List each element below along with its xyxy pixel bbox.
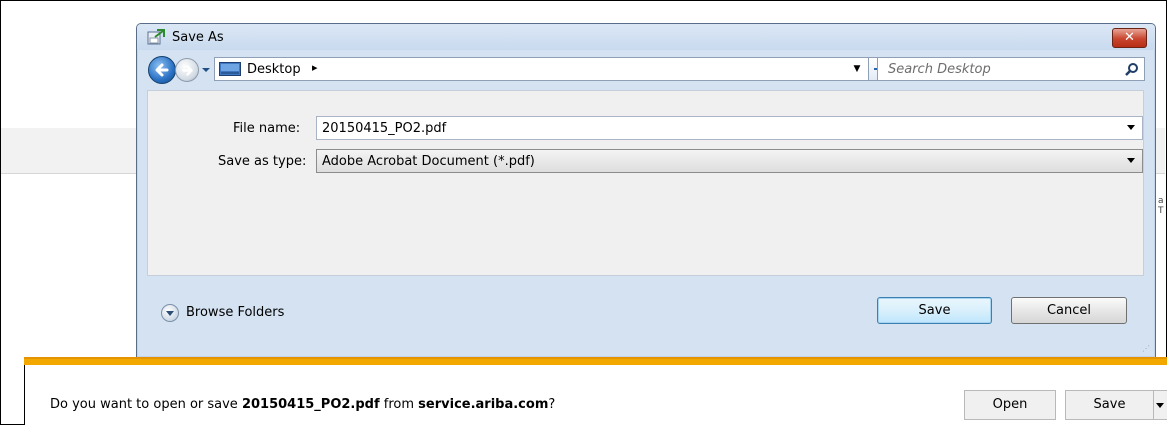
save-as-icon [147,29,165,45]
notification-save-button[interactable]: Save [1065,390,1154,420]
prompt-suffix: ? [548,397,556,412]
prompt-prefix: Do you want to open or save [50,397,242,412]
save-as-type-value[interactable]: Adobe Acrobat Document (*.pdf) [322,154,535,169]
address-location[interactable]: Desktop [247,62,301,77]
save-as-type-dropdown-icon[interactable] [1127,158,1135,163]
dialog-title: Save As [172,30,224,45]
address-dropdown-button[interactable]: ▼ [845,58,868,80]
background-page-edge: aT [1158,196,1164,216]
recent-locations-dropdown-icon[interactable] [201,66,211,74]
dialog-titlebar[interactable]: Save As ✕ [137,24,1155,50]
back-button[interactable] [148,56,176,84]
search-input[interactable]: Search Desktop [877,57,1145,81]
browse-folders-label[interactable]: Browse Folders [186,305,284,320]
save-as-dialog: Save As ✕ Desktop ▸ ▼ Search Desktop Fil… [136,23,1156,358]
save-options-dropdown-icon[interactable] [1154,390,1167,420]
save-button[interactable]: Save [877,297,992,324]
open-button[interactable]: Open [964,390,1056,420]
prompt-filename: 20150415_PO2.pdf [241,397,380,412]
notification-accent-bar [24,357,1167,365]
expand-chevron-icon[interactable] [161,304,179,322]
forward-button[interactable] [175,58,199,82]
download-notification-bar: Do you want to open or save 20150415_PO2… [24,365,1167,425]
file-name-label: File name: [233,121,301,136]
file-name-dropdown-icon[interactable] [1127,125,1135,130]
save-as-type-select[interactable]: Adobe Acrobat Document (*.pdf) [316,149,1143,173]
save-form-panel: File name: 20150415_PO2.pdf Save as type… [147,90,1144,276]
file-name-value[interactable]: 20150415_PO2.pdf [322,121,446,136]
address-chevron-icon[interactable]: ▸ [312,61,318,74]
file-name-field[interactable]: 20150415_PO2.pdf [316,116,1143,140]
search-placeholder: Search Desktop [888,62,991,77]
back-arrow-icon [155,63,169,77]
desktop-icon [219,62,241,76]
prompt-site: service.ariba.com [418,397,549,412]
resize-grip-icon[interactable]: ⋰ [1142,344,1152,354]
search-icon[interactable] [1125,62,1139,76]
close-button[interactable]: ✕ [1112,28,1147,48]
cancel-button[interactable]: Cancel [1011,297,1127,324]
save-as-type-label: Save as type: [218,154,307,169]
address-bar[interactable]: Desktop ▸ ▼ [214,57,869,81]
download-prompt: Do you want to open or save 20150415_PO2… [50,397,555,412]
forward-arrow-icon [182,65,193,76]
prompt-middle: from [379,397,419,412]
